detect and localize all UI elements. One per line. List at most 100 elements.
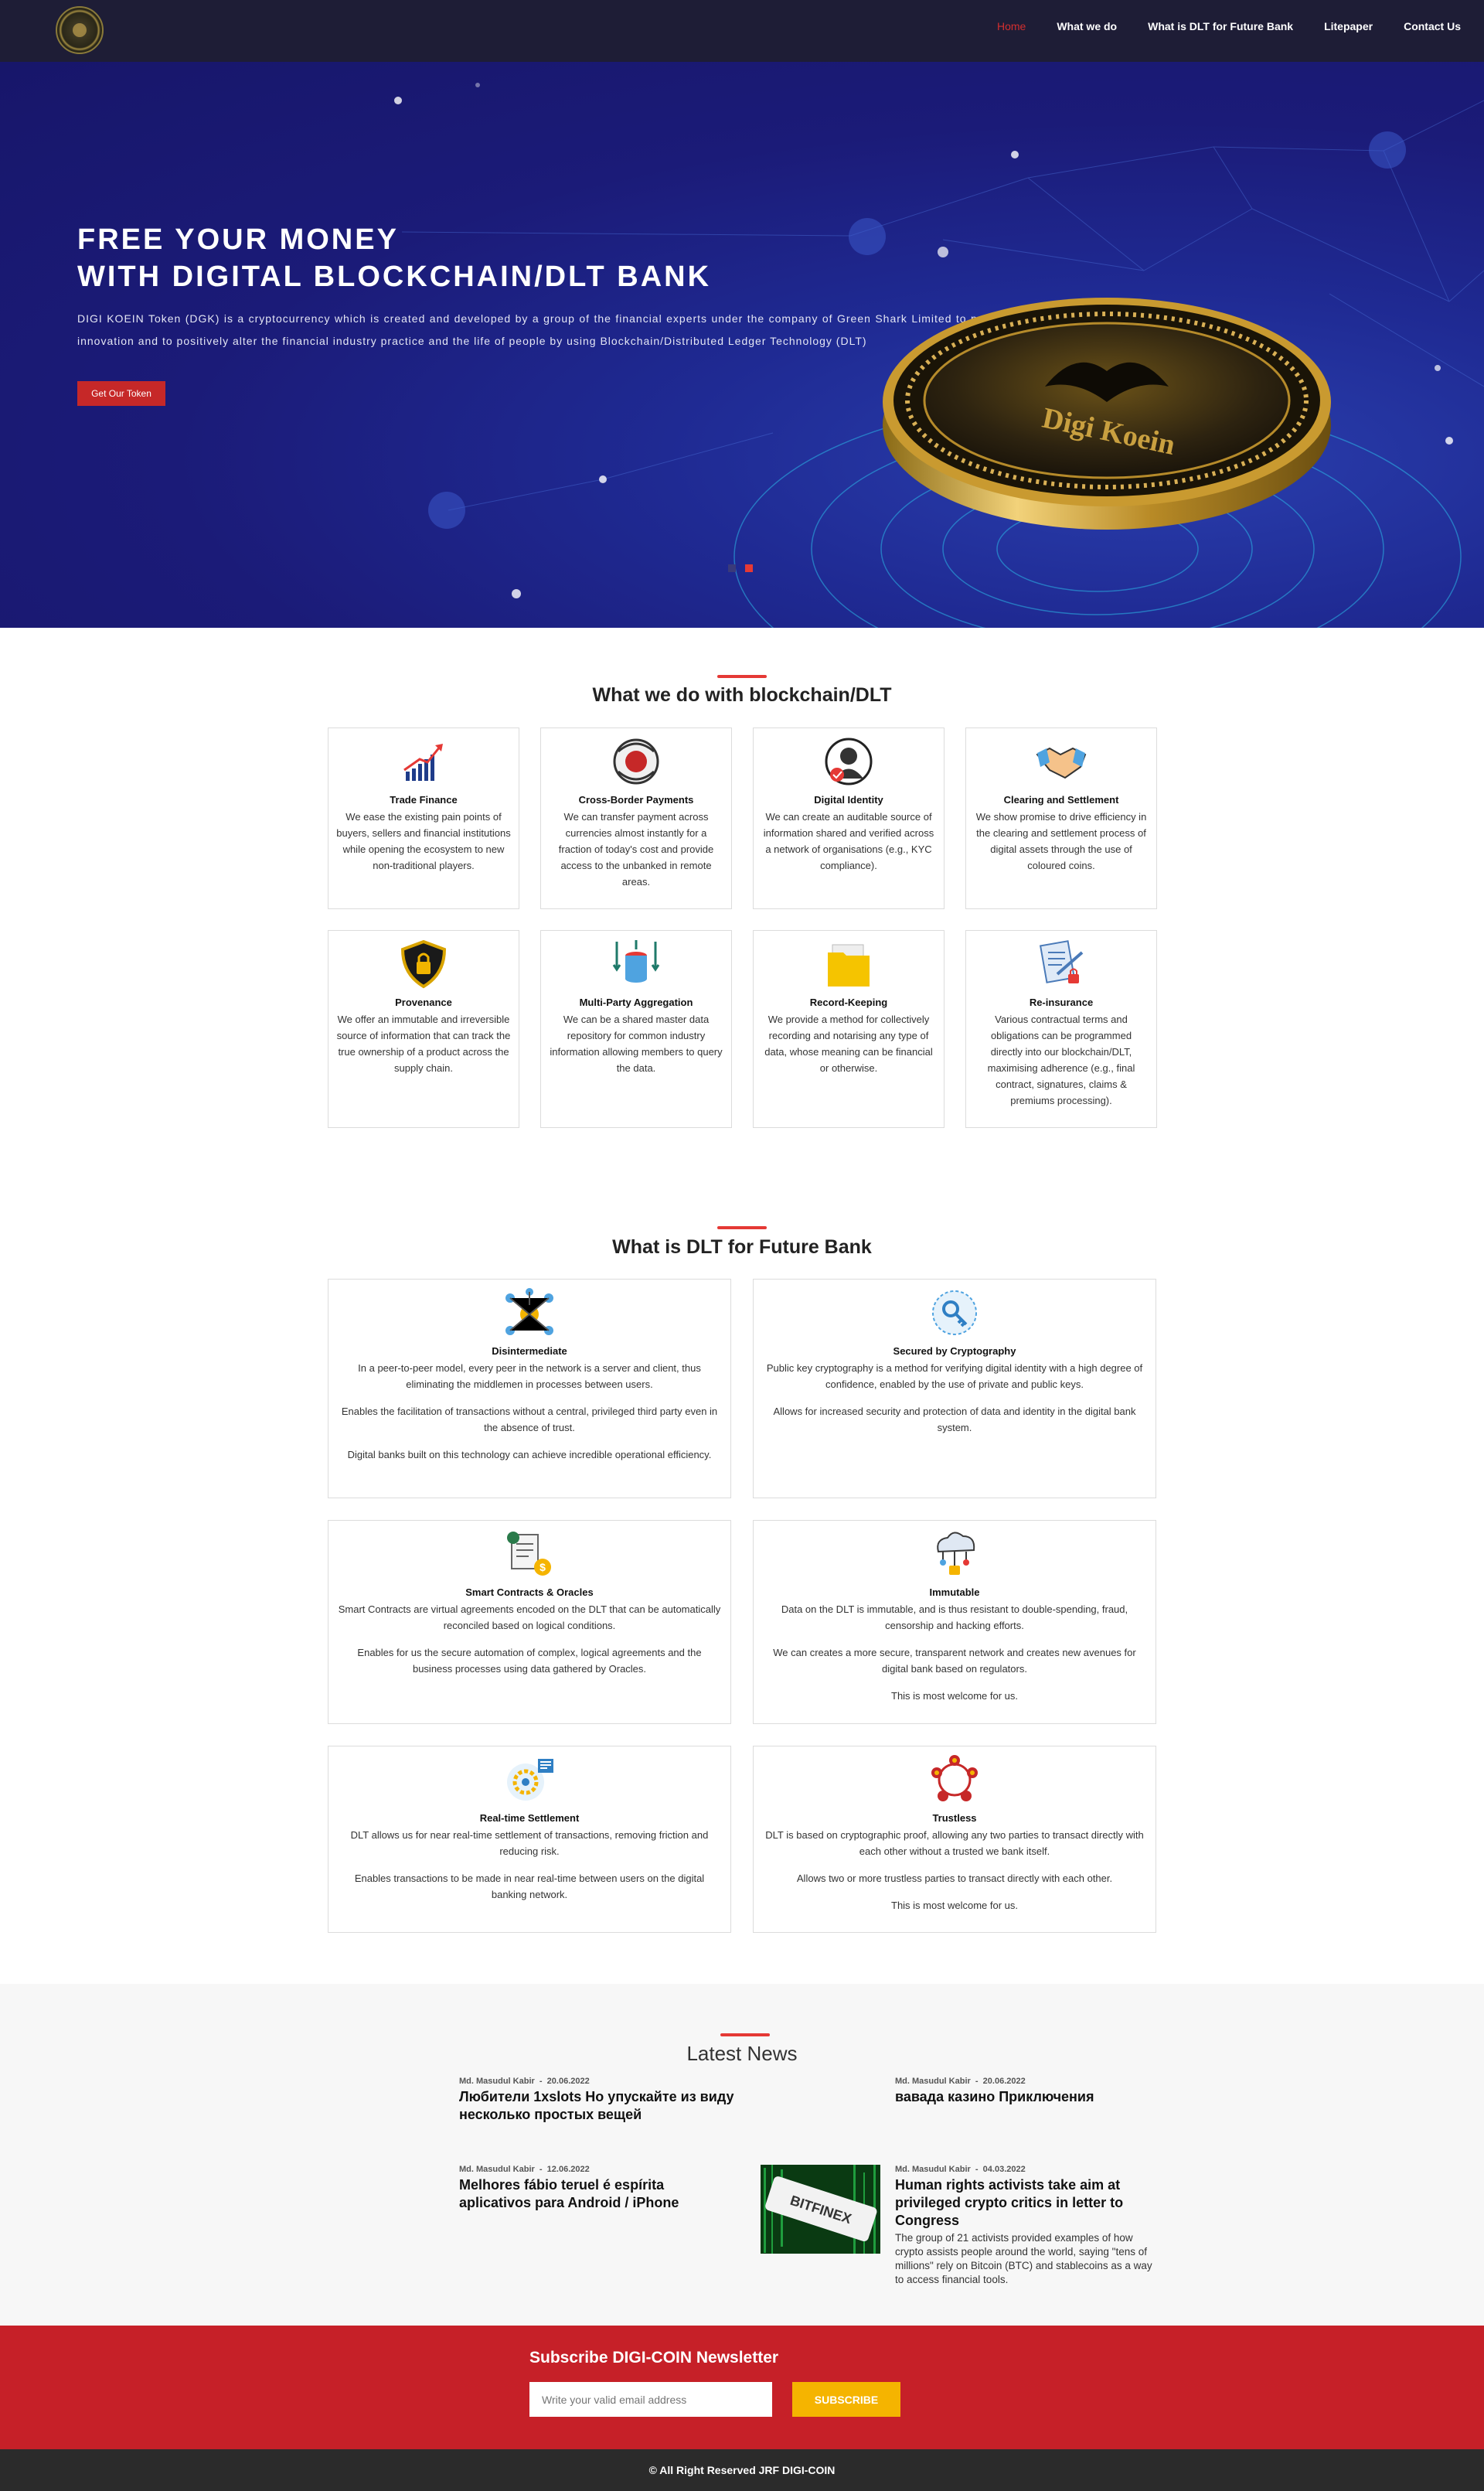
dlt-feature-card: Secured by Cryptography Public key crypto… — [753, 1279, 1156, 1498]
newsletter-email-input[interactable] — [529, 2382, 772, 2417]
service-card-title: Trade Finance — [390, 794, 458, 806]
subscribe-button[interactable]: SUBSCRIBE — [792, 2382, 900, 2417]
news-item[interactable]: Md. Masudul Kabir - 20.06.2022 Любители … — [459, 2077, 737, 2124]
dlt-card-paragraph: Enables transactions to be made in near … — [354, 1873, 705, 1900]
carousel-indicators — [728, 564, 753, 572]
dlt-card-title: Smart Contracts & Oracles — [465, 1586, 594, 1598]
svg-text:$: $ — [539, 1561, 546, 1573]
hero-title: FREE YOUR MONEY WITH DIGITAL BLOCKCHAIN/… — [77, 223, 712, 293]
news-meta: Md. Masudul Kabir - 20.06.2022 — [895, 2077, 1026, 2086]
news-item[interactable]: Md. Masudul Kabir - 04.03.2022 Human rig… — [895, 2165, 1162, 2287]
news-headline[interactable]: Human rights activists take aim at privi… — [895, 2176, 1162, 2230]
service-card-text: We can transfer payment across currencie… — [558, 811, 714, 888]
crypto-key-icon — [761, 1287, 1148, 1342]
network-nodes-icon — [336, 1287, 723, 1342]
nav-what-we-do[interactable]: What we do — [1057, 20, 1117, 32]
dlt-card-paragraph: In a peer-to-peer model, every peer in t… — [358, 1362, 701, 1390]
carousel-dot-2[interactable] — [745, 564, 753, 572]
hero-banner: FREE YOUR MONEY WITH DIGITAL BLOCKCHAIN/… — [0, 62, 1484, 628]
get-token-button[interactable]: Get Our Token — [77, 381, 165, 406]
dlt-card-paragraph: This is most welcome for us. — [891, 1690, 1018, 1702]
service-card-text: We can be a shared master data repositor… — [550, 1014, 723, 1074]
realtime-gear-icon — [336, 1754, 723, 1809]
service-card-title: Multi-Party Aggregation — [579, 997, 693, 1008]
dlt-card-paragraph: Enables the facilitation of transactions… — [341, 1406, 718, 1433]
service-card: Re-insurance Various contractual terms an… — [965, 930, 1157, 1128]
nav-home[interactable]: Home — [997, 20, 1026, 32]
service-card: Provenance We offer an immutable and irre… — [328, 930, 519, 1128]
newsletter-section: Subscribe DIGI-COIN Newsletter SUBSCRIBE — [0, 2326, 1484, 2449]
dlt-card-paragraph: We can creates a more secure, transparen… — [773, 1647, 1136, 1675]
service-card-title: Cross-Border Payments — [578, 794, 694, 806]
section-accent-line — [717, 675, 767, 678]
newsletter-title: Subscribe DIGI-COIN Newsletter — [529, 2349, 779, 2367]
dlt-feature-card: $ Smart Contracts & Oracles Smart Contract… — [328, 1520, 731, 1724]
dlt-card-paragraph: DLT allows us for near real-time settlem… — [350, 1829, 709, 1857]
service-card: Digital Identity We can create an auditab… — [753, 728, 945, 909]
folder-icon — [761, 939, 936, 993]
service-card: Clearing and Settlement We show promise t… — [965, 728, 1157, 909]
dlt-card-paragraph: Data on the DLT is immutable, and is thu… — [781, 1603, 1128, 1631]
identity-verified-icon — [761, 736, 936, 791]
dlt-card-paragraph: Allows for increased security and protec… — [773, 1406, 1136, 1433]
what-we-do-title: What we do with blockchain/DLT — [592, 684, 892, 706]
dlt-card-paragraph: Smart Contracts are virtual agreements e… — [338, 1603, 721, 1631]
database-arrows-icon — [549, 939, 723, 993]
news-headline[interactable]: вавада казино Приключения — [895, 2088, 1173, 2106]
nav-contact-us[interactable]: Contact Us — [1404, 20, 1461, 32]
payment-transfer-icon — [549, 736, 723, 791]
nav-litepaper[interactable]: Litepaper — [1324, 20, 1373, 32]
news-item[interactable]: Md. Masudul Kabir - 20.06.2022 вавада ка… — [895, 2077, 1173, 2106]
news-headline[interactable]: Melhores fábio teruel é espírita aplicat… — [459, 2176, 737, 2212]
dlt-feature-card: Trustless DLT is based on cryptographic p… — [753, 1746, 1156, 1933]
service-card-title: Provenance — [395, 997, 452, 1008]
smart-contract-icon: $ — [336, 1528, 723, 1583]
service-card: Trade Finance We ease the existing pain p… — [328, 728, 519, 909]
digi-koein-coin-image: Digi Koein — [883, 298, 1331, 530]
trust-circle-icon — [761, 1754, 1148, 1809]
news-thumbnail-bitfinex[interactable]: BITFINEX — [761, 2165, 880, 2254]
news-excerpt: The group of 21 activists provided examp… — [895, 2232, 1152, 2285]
dlt-card-title: Trustless — [932, 1812, 977, 1824]
dlt-section-title: What is DLT for Future Bank — [612, 1236, 872, 1258]
dlt-card-title: Immutable — [929, 1586, 980, 1598]
carousel-dot-1[interactable] — [728, 564, 736, 572]
shield-lock-icon — [336, 939, 511, 993]
news-meta: Md. Masudul Kabir - 20.06.2022 — [459, 2077, 590, 2086]
service-card-title: Record-Keeping — [809, 997, 888, 1008]
handshake-icon — [974, 736, 1149, 791]
service-card: Cross-Border Payments We can transfer pay… — [540, 728, 732, 909]
service-card-title: Re-insurance — [1029, 997, 1094, 1008]
bar-chart-growth-icon — [336, 736, 511, 791]
nav-dlt-future-bank[interactable]: What is DLT for Future Bank — [1148, 20, 1293, 32]
dlt-card-title: Secured by Cryptography — [893, 1345, 1016, 1357]
service-card: Multi-Party Aggregation We can be a share… — [540, 930, 732, 1128]
section-accent-line — [720, 2033, 770, 2036]
dlt-card-paragraph: Public key cryptography is a method for … — [766, 1362, 1143, 1390]
news-meta: Md. Masudul Kabir - 04.03.2022 — [895, 2165, 1026, 2174]
service-card-title: Clearing and Settlement — [1003, 794, 1119, 806]
service-card: Record-Keeping We provide a method for co… — [753, 930, 945, 1128]
dlt-card-title: Real-time Settlement — [479, 1812, 580, 1824]
service-card-text: We offer an immutable and irreversible s… — [336, 1014, 511, 1074]
dlt-card-paragraph: This is most welcome for us. — [891, 1900, 1018, 1911]
service-card-text: Various contractual terms and obligation… — [987, 1014, 1135, 1106]
nav-menu: Home What we do What is DLT for Future B… — [997, 20, 1461, 32]
dlt-card-paragraph: Allows two or more trustless parties to … — [796, 1873, 1113, 1884]
news-item[interactable]: Md. Masudul Kabir - 12.06.2022 Melhores … — [459, 2165, 737, 2212]
dlt-feature-card: Disintermediate In a peer-to-peer model, … — [328, 1279, 731, 1498]
news-headline[interactable]: Любители 1xslots Но упускайте из виду не… — [459, 2088, 737, 2124]
dlt-card-paragraph: Digital banks built on this technology c… — [347, 1449, 712, 1460]
service-card-text: We ease the existing pain points of buye… — [336, 811, 511, 871]
service-card-text: We provide a method for collectively rec… — [764, 1014, 933, 1074]
cloud-lock-icon — [761, 1528, 1148, 1583]
dlt-card-paragraph: DLT is based on cryptographic proof, all… — [765, 1829, 1144, 1857]
dlt-feature-card: Real-time Settlement DLT allows us for ne… — [328, 1746, 731, 1933]
service-card-text: We can create an auditable source of inf… — [763, 811, 934, 871]
news-meta: Md. Masudul Kabir - 12.06.2022 — [459, 2165, 590, 2174]
top-navbar: Home What we do What is DLT for Future B… — [0, 0, 1484, 62]
dlt-feature-card: Immutable Data on the DLT is immutable, a… — [753, 1520, 1156, 1724]
service-card-title: Digital Identity — [814, 794, 883, 806]
section-accent-line — [717, 1226, 767, 1229]
digi-koein-logo[interactable] — [56, 6, 104, 54]
